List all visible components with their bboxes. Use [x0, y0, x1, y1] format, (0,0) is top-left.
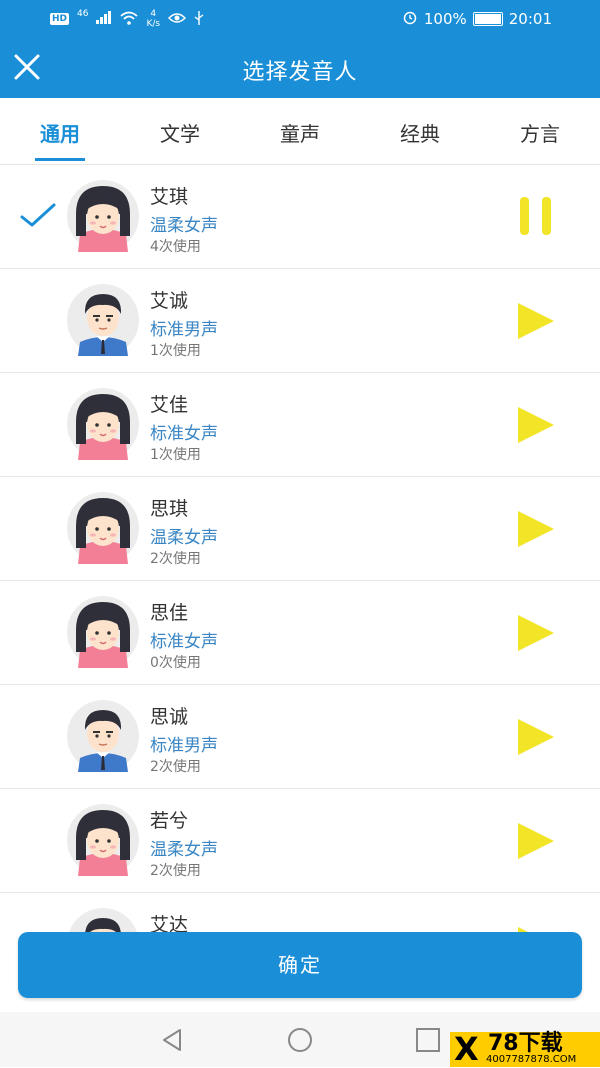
voice-type: 温柔女声 [150, 216, 218, 236]
usage-count: 1次使用 [150, 343, 201, 359]
watermark-x-icon: X [454, 1030, 479, 1068]
play-button[interactable] [514, 923, 558, 932]
status-left: HD 46 4 K/s [50, 9, 204, 29]
net-speed-value: 4 [150, 9, 157, 19]
speaker-row[interactable]: 若兮温柔女声 2次使用 [0, 789, 600, 893]
voice-type: 温柔女声 [150, 528, 218, 548]
status-bar: HD 46 4 K/s 100% 20:01 [0, 0, 600, 36]
voice-type: 标准女声 [150, 632, 218, 652]
page-title: 选择发音人 [242, 60, 358, 85]
tab-child-voice[interactable]: 童声 [240, 118, 360, 147]
battery-icon [472, 12, 503, 26]
bottom-bar: 确定 [0, 932, 600, 1012]
tab-literature[interactable]: 文学 [120, 118, 240, 147]
usage-count: 1次使用 [150, 447, 201, 463]
voice-type: 温柔女声 [150, 840, 218, 860]
pause-button[interactable] [514, 195, 558, 239]
speaker-row[interactable]: 艾达 [0, 893, 600, 932]
speaker-name: 艾达 [150, 914, 189, 932]
speaker-row[interactable]: 艾琪温柔女声 4次使用 [0, 165, 600, 269]
female-avatar-icon [60, 388, 146, 460]
net-speed-unit: K/s [146, 19, 161, 29]
speaker-name: 艾琪 [150, 186, 189, 208]
usage-count: 2次使用 [150, 863, 201, 879]
speaker-row[interactable]: 思佳标准女声 0次使用 [0, 581, 600, 685]
category-tabs: 通用 文学 童声 经典 方言 [0, 98, 600, 165]
watermark-logo: X 78下载 4007787878.COM [450, 1032, 600, 1067]
speaker-list[interactable]: 艾琪 温柔女声 4次使用 艾诚 标准男声 1次使用 艾佳 标准女声 1次使用 思琪 温柔女声 2… [0, 165, 600, 932]
play-icon [514, 303, 558, 347]
usage-count: 0次使用 [150, 655, 201, 671]
voice-type: 标准男声 [150, 320, 218, 340]
check-icon [20, 201, 56, 229]
tab-classic[interactable]: 经典 [360, 118, 480, 147]
clock: 20:01 [508, 10, 552, 28]
male-avatar-icon [60, 700, 146, 772]
play-icon [514, 719, 558, 763]
active-tab-indicator [35, 158, 85, 161]
speaker-name: 艾佳 [150, 394, 189, 416]
home-icon[interactable] [286, 1026, 314, 1054]
play-button[interactable] [514, 403, 558, 447]
male-avatar-icon [60, 284, 146, 356]
usage-count: 4次使用 [150, 239, 201, 255]
usage-count: 2次使用 [150, 759, 201, 775]
alarm-icon [402, 9, 418, 29]
speaker-name: 思诚 [150, 706, 189, 728]
play-icon [514, 823, 558, 867]
female-avatar-icon [60, 596, 146, 668]
female-avatar-icon [60, 180, 146, 252]
confirm-button[interactable]: 确定 [18, 932, 582, 998]
recents-icon[interactable] [414, 1026, 442, 1054]
pause-icon [514, 197, 558, 243]
female-avatar-icon [60, 492, 146, 564]
female-avatar-icon [60, 804, 146, 876]
title-bar: 选择发音人 [0, 36, 600, 98]
network-label: 46 [77, 9, 89, 19]
watermark-url: 4007787878.COM [486, 1054, 577, 1065]
status-right: 100% 20:01 [402, 9, 552, 29]
speaker-row[interactable]: 艾佳标准女声 1次使用 [0, 373, 600, 477]
tab-dialect[interactable]: 方言 [480, 118, 600, 147]
usage-count: 2次使用 [150, 551, 201, 567]
hd-badge: HD [50, 13, 70, 25]
voice-type: 标准女声 [150, 424, 218, 444]
back-icon[interactable] [158, 1026, 186, 1054]
tab-general[interactable]: 通用 [0, 118, 120, 147]
speaker-name: 艾诚 [150, 290, 189, 312]
signal-icon [96, 11, 112, 27]
speaker-row[interactable]: 思琪温柔女声 2次使用 [0, 477, 600, 581]
speaker-row[interactable]: 思诚标准男声 2次使用 [0, 685, 600, 789]
voice-type: 标准男声 [150, 736, 218, 756]
battery-percent: 100% [423, 10, 467, 28]
net-speed: 4 K/s [146, 9, 160, 29]
play-button[interactable] [514, 507, 558, 551]
play-button[interactable] [514, 819, 558, 863]
eye-icon [168, 12, 187, 27]
usb-icon [194, 10, 204, 28]
play-button[interactable] [514, 299, 558, 343]
play-icon [514, 407, 558, 451]
watermark-main: 78下载 [488, 1031, 563, 1056]
play-button[interactable] [514, 715, 558, 759]
speaker-name: 思佳 [150, 602, 189, 624]
speaker-name: 若兮 [150, 810, 189, 832]
speaker-name: 思琪 [150, 498, 189, 520]
play-icon [514, 511, 558, 555]
wifi-icon [120, 11, 139, 28]
play-icon [514, 615, 558, 659]
male-avatar-icon [60, 908, 146, 932]
speaker-row[interactable]: 艾诚标准男声 1次使用 [0, 269, 600, 373]
play-button[interactable] [514, 611, 558, 655]
